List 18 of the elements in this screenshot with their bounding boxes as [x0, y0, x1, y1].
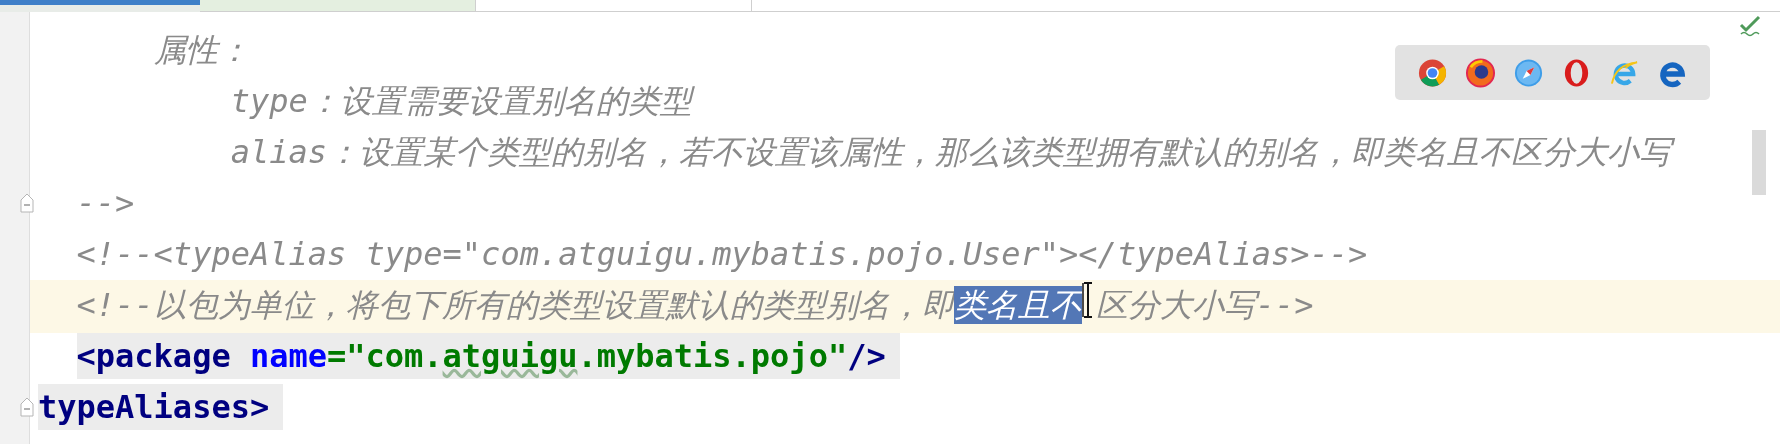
attribute-value: .mybatis.pojo": [577, 337, 848, 375]
fold-icon[interactable]: [20, 193, 34, 213]
fold-icon[interactable]: [20, 397, 34, 417]
check-icon[interactable]: [1738, 14, 1762, 38]
xml-tag: <package: [76, 337, 231, 375]
code-comment: <!--<typeAlias type="com.atguigu.mybatis.pojo.User"></typeAlias>-->: [76, 235, 1368, 273]
attribute-value: atguigu: [442, 337, 578, 375]
code-comment: 属性：: [153, 31, 250, 69]
code-comment: -->: [76, 184, 135, 222]
attribute-name: name: [248, 337, 327, 375]
code-comment: 区分大小写-->: [1095, 286, 1314, 324]
scrollbar-thumb[interactable]: [1752, 130, 1766, 195]
attribute-value: ="com.: [327, 337, 443, 375]
xml-tag: />: [847, 337, 886, 375]
xml-tag: typeAliases>: [38, 388, 270, 426]
browser-icon[interactable]: [1417, 56, 1448, 89]
code-comment: <!--以包为单位，将包下所有的类型设置默认的类型别名，即: [76, 286, 954, 324]
browser-icon[interactable]: [1465, 56, 1496, 89]
